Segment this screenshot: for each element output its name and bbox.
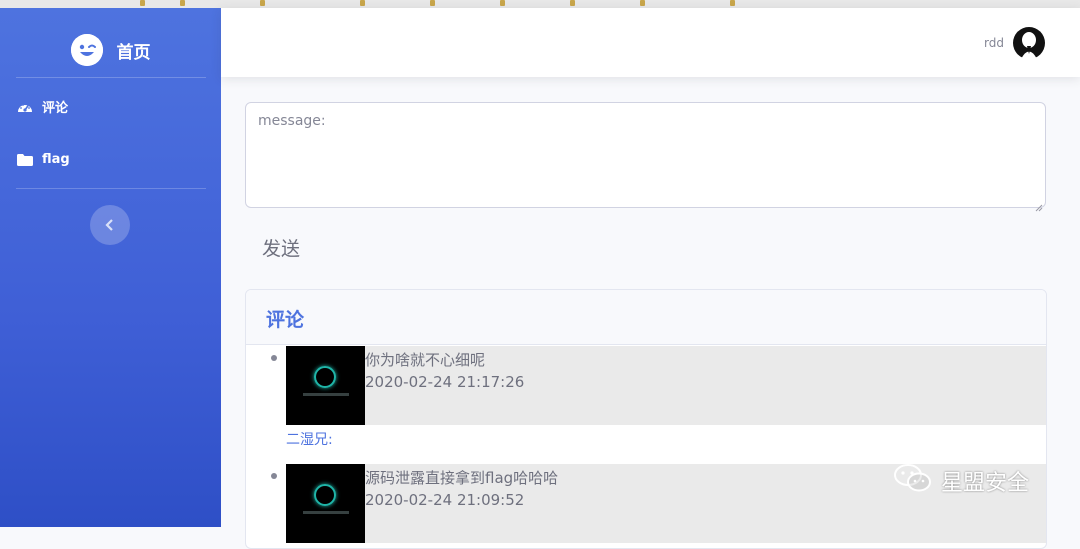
comment-avatar (286, 464, 365, 543)
sidebar-item-comments[interactable]: 评论 (17, 97, 68, 116)
user-name[interactable]: rdd (984, 36, 1004, 50)
comment-author-link[interactable]: 二湿兄: (286, 429, 333, 449)
sidebar-brand[interactable]: 首页 (0, 16, 221, 84)
bookmark-folder-icon (260, 0, 265, 6)
bookmark-folder-icon (180, 0, 185, 6)
comment-body: 你为啥就不心细呢 2020-02-24 21:17:26 (286, 346, 1046, 425)
logo-ring (314, 366, 336, 388)
message-input[interactable] (246, 103, 1045, 207)
comments-card-header: 评论 (246, 290, 1046, 345)
sidebar-item-label: flag (42, 152, 70, 167)
list-bullet (271, 473, 277, 479)
comment-text: 源码泄露直接拿到flag哈哈哈 (365, 469, 559, 487)
comments-card-title: 评论 (266, 309, 305, 331)
sidebar-toggle-button[interactable] (90, 205, 130, 245)
comment-avatar (286, 346, 365, 425)
list-bullet (271, 355, 277, 361)
resize-handle-icon[interactable] (1035, 197, 1043, 212)
laugh-wink-icon (70, 34, 103, 66)
tachometer-icon (17, 100, 33, 114)
topbar: rdd (221, 8, 1080, 77)
logo-caption (303, 393, 349, 396)
user-avatar-icon[interactable] (1012, 26, 1046, 60)
bookmark-folder-icon (500, 0, 505, 6)
sidebar: 首页 评论 flag (0, 8, 221, 527)
comment-time: 2020-02-24 21:09:52 (365, 491, 525, 509)
watermark: 星盟安全 (893, 463, 1029, 499)
bookmark-folder-icon (140, 0, 145, 6)
folder-icon (17, 153, 33, 167)
wechat-icon (893, 463, 933, 499)
comments-card: 评论 你为啥就不心细呢 2020-02-24 21:17:26 二湿兄: 源码泄… (245, 289, 1047, 549)
send-button[interactable]: 发送 (262, 234, 300, 261)
comment-time: 2020-02-24 21:17:26 (365, 373, 525, 391)
sidebar-item-label: 评论 (42, 101, 69, 116)
bookmark-folder-icon (730, 0, 735, 6)
comment-text: 你为啥就不心细呢 (365, 351, 486, 369)
bookmark-folder-icon (430, 0, 435, 6)
bookmark-folder-icon (360, 0, 365, 6)
logo-ring (314, 484, 336, 506)
brand-label: 首页 (116, 42, 151, 63)
sidebar-divider (16, 77, 206, 78)
chevron-left-icon (105, 216, 115, 235)
sidebar-item-flag[interactable]: flag (17, 152, 70, 167)
bookmark-folder-icon (570, 0, 575, 6)
bookmark-folder-icon (640, 0, 645, 6)
logo-caption (303, 511, 349, 514)
watermark-text: 星盟安全 (941, 471, 1030, 496)
sidebar-divider (16, 188, 206, 189)
message-box (245, 102, 1046, 212)
